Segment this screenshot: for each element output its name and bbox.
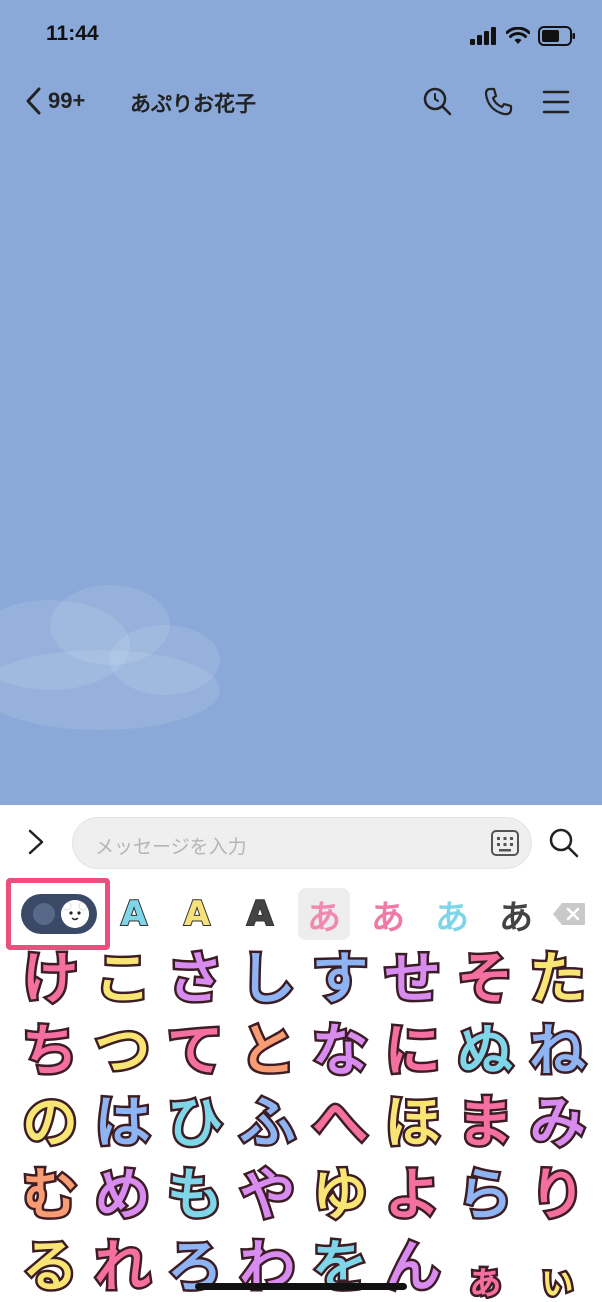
search-icon[interactable]	[421, 86, 453, 118]
sticker-item[interactable]: す	[304, 944, 376, 1016]
sticker-item[interactable]: ひ	[159, 1088, 231, 1160]
status-icons	[470, 24, 576, 48]
sticker-item[interactable]: ね	[522, 1016, 594, 1088]
sticker-item[interactable]: な	[304, 1016, 376, 1088]
sticker-item[interactable]: ぃ	[522, 1232, 594, 1302]
sticker-tab-4[interactable]: あ	[298, 888, 350, 940]
sticker-item[interactable]: も	[159, 1160, 231, 1232]
sticker-tab-5[interactable]: あ	[362, 888, 414, 940]
sticker-item[interactable]: り	[522, 1160, 594, 1232]
sticker-item[interactable]: ろ	[159, 1232, 231, 1302]
message-input-bar: メッセージを入力	[0, 805, 602, 878]
message-placeholder: メッセージを入力	[95, 836, 247, 858]
menu-icon[interactable]	[540, 86, 572, 118]
status-bar: 11:44	[0, 0, 602, 70]
chat-header: 99+ あぷりお花子	[0, 76, 602, 128]
sticker-tab-row: AAAああああ	[0, 878, 602, 950]
sticker-item[interactable]: よ	[377, 1160, 449, 1232]
sticker-item[interactable]: や	[232, 1160, 304, 1232]
phone-icon[interactable]	[482, 86, 514, 118]
sticker-item[interactable]: の	[14, 1088, 86, 1160]
sticker-item[interactable]: た	[522, 944, 594, 1016]
sticker-item[interactable]: て	[159, 1016, 231, 1088]
sticker-tab-1[interactable]: A	[108, 888, 160, 940]
keyboard-icon[interactable]	[491, 830, 519, 856]
sticker-item[interactable]: わ	[232, 1232, 304, 1302]
sticker-item[interactable]: へ	[304, 1088, 376, 1160]
sticker-item[interactable]: ゆ	[304, 1160, 376, 1232]
cloud-decoration	[0, 650, 220, 730]
sticker-item[interactable]: む	[14, 1160, 86, 1232]
sticker-item[interactable]: ち	[14, 1016, 86, 1088]
wifi-icon	[506, 27, 530, 44]
sticker-tab-2[interactable]: A	[171, 888, 223, 940]
sticker-item[interactable]: つ	[87, 1016, 159, 1088]
sticker-item[interactable]: み	[522, 1088, 594, 1160]
sticker-item[interactable]: は	[87, 1088, 159, 1160]
chevron-left-icon	[26, 87, 41, 115]
chevron-right-icon[interactable]	[24, 827, 48, 857]
sticker-item[interactable]: ふ	[232, 1088, 304, 1160]
unread-count: 99+	[48, 88, 86, 113]
sticker-tab-7[interactable]: あ	[490, 888, 542, 940]
sticker-panel: AAAああああ けこさしすせそたちつてとなにぬねのはひふへほまみむめもやゆよらり…	[0, 878, 602, 1302]
sticker-item[interactable]: ら	[449, 1160, 521, 1232]
sticker-item[interactable]: と	[232, 1016, 304, 1088]
sticker-item[interactable]: れ	[87, 1232, 159, 1302]
sticker-item[interactable]: し	[232, 944, 304, 1016]
sticker-item[interactable]: ま	[449, 1088, 521, 1160]
sticker-tab-3[interactable]: A	[234, 888, 286, 940]
face-icon	[33, 903, 55, 925]
sticker-tab-6[interactable]: あ	[426, 888, 478, 940]
sticker-item[interactable]: さ	[159, 944, 231, 1016]
home-indicator	[195, 1283, 407, 1290]
sticker-item[interactable]: ん	[377, 1232, 449, 1302]
message-input[interactable]: メッセージを入力	[72, 817, 532, 869]
delete-key-icon[interactable]	[552, 902, 586, 926]
sticker-item[interactable]: を	[304, 1232, 376, 1302]
status-time: 11:44	[46, 22, 99, 45]
sticker-item[interactable]: ぬ	[449, 1016, 521, 1088]
search-icon[interactable]	[548, 827, 580, 859]
sticker-item[interactable]: め	[87, 1160, 159, 1232]
sticker-item[interactable]: ほ	[377, 1088, 449, 1160]
sticker-item[interactable]: け	[14, 944, 86, 1016]
sticker-item[interactable]: こ	[87, 944, 159, 1016]
sticker-item[interactable]: ぁ	[449, 1232, 521, 1302]
sticker-item[interactable]: せ	[377, 944, 449, 1016]
chat-title: あぷりお花子	[130, 92, 256, 116]
back-button[interactable]: 99+	[24, 86, 85, 116]
battery-icon	[538, 26, 575, 46]
cellular-signal-icon	[470, 27, 496, 45]
bear-face-icon	[61, 900, 89, 928]
sticker-item[interactable]: に	[377, 1016, 449, 1088]
sticker-item[interactable]: そ	[449, 944, 521, 1016]
sticker-item[interactable]: る	[14, 1232, 86, 1302]
emoji-sticker-toggle[interactable]	[21, 894, 97, 934]
